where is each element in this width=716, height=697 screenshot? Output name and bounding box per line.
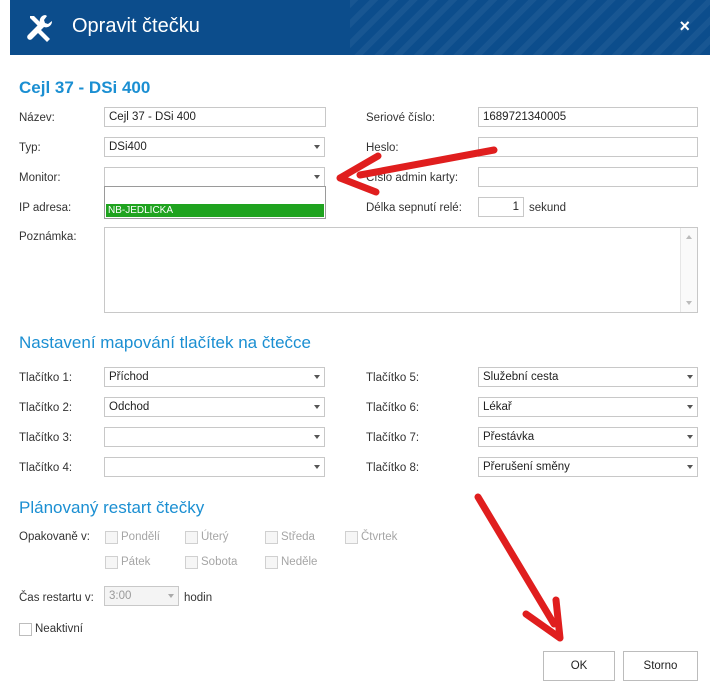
annotation-arrow-ok [474,493,558,628]
annotation-arrows [336,146,564,642]
